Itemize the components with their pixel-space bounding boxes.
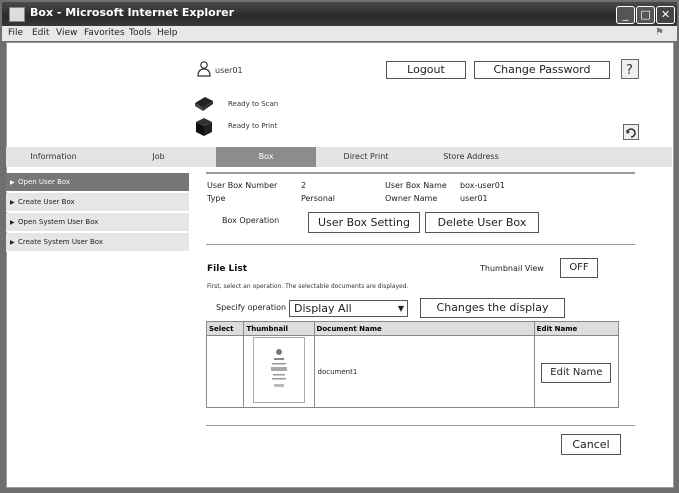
select-cell[interactable] (205, 335, 245, 408)
tab-direct-print[interactable]: Direct Print (316, 147, 416, 167)
user-box-setting-button[interactable]: User Box Setting (308, 212, 420, 233)
thumbnail-view-label: Thumbnail View (480, 264, 544, 273)
triangle-right-icon: ▶ (10, 219, 15, 226)
sidebar-item-open-user-box[interactable]: ▶ Open User Box (6, 173, 189, 192)
type-label: Type (207, 194, 226, 203)
sidebar-item-label: Create User Box (18, 198, 75, 206)
window-title: Box - Microsoft Internet Explorer (30, 6, 235, 19)
divider (206, 244, 635, 245)
sidebar-item-label: Open System User Box (18, 218, 99, 226)
table-row[interactable]: document1 Edit Name (205, 335, 620, 408)
operation-select[interactable]: Display All ▼ (289, 300, 408, 317)
specify-operation-label: Specify operation (216, 303, 287, 312)
owner-name-value: user01 (460, 194, 488, 203)
divider (206, 425, 635, 426)
printer-icon (193, 116, 215, 136)
menu-tools[interactable]: Tools (129, 28, 151, 38)
delete-user-box-button[interactable]: Delete User Box (425, 212, 539, 233)
changes-display-button[interactable]: Changes the display (420, 298, 565, 318)
minimize-button[interactable]: _ (616, 6, 635, 24)
username-label: user01 (215, 66, 243, 75)
column-document-name: Document Name (313, 321, 535, 336)
windows-flag-icon: ⚑ (655, 27, 664, 38)
sidebar-item-create-system-user-box[interactable]: ▶ Create System User Box (6, 233, 189, 252)
user-box-number-value: 2 (301, 181, 307, 190)
ready-to-scan-text: Ready to Scan (228, 100, 279, 108)
help-icon[interactable]: ? (621, 59, 639, 79)
instruction-text: First, select an operation. The selectab… (207, 283, 409, 290)
column-thumbnail: Thumbnail (243, 321, 315, 336)
ready-to-print-text: Ready to Print (228, 122, 278, 130)
edit-name-button[interactable]: Edit Name (541, 362, 612, 383)
menu-edit[interactable]: Edit (32, 28, 49, 38)
tab-store-address[interactable]: Store Address (416, 147, 526, 167)
tab-job[interactable]: Job (101, 147, 216, 167)
triangle-right-icon: ▶ (10, 239, 15, 246)
thumbnail-cell (243, 335, 315, 408)
menu-favorites[interactable]: Favorites (84, 28, 125, 38)
change-password-button[interactable]: Change Password (474, 61, 610, 79)
thumbnail-view-toggle[interactable]: OFF (560, 258, 598, 278)
tab-information[interactable]: Information (6, 147, 101, 167)
sidebar-item-create-user-box[interactable]: ▶ Create User Box (6, 193, 189, 212)
file-list-table: Select Thumbnail Document Name Edit Name… (205, 321, 620, 408)
dropdown-arrow-icon: ▼ (397, 304, 404, 313)
box-operation-label: Box Operation (222, 216, 280, 225)
operation-select-value: Display All (294, 302, 352, 315)
user-icon (197, 61, 211, 77)
ie-app-icon (9, 7, 25, 22)
sidebar-item-label: Create System User Box (18, 238, 104, 246)
type-value: Personal (301, 194, 336, 203)
svg-text:?: ? (626, 63, 633, 78)
logout-button[interactable]: Logout (386, 61, 466, 79)
edit-name-cell: Edit Name (533, 335, 620, 408)
menu-view[interactable]: View (56, 28, 77, 38)
sidebar-item-open-system-user-box[interactable]: ▶ Open System User Box (6, 213, 189, 232)
user-box-number-label: User Box Number (207, 181, 278, 190)
menu-file[interactable]: File (8, 28, 23, 38)
close-button[interactable]: ✕ (656, 6, 675, 24)
user-box-name-label: User Box Name (385, 181, 447, 190)
refresh-icon[interactable] (623, 124, 639, 140)
column-edit-name: Edit Name (533, 321, 620, 336)
owner-name-label: Owner Name (385, 194, 438, 203)
scanner-icon (193, 95, 215, 111)
triangle-right-icon: ▶ (10, 179, 15, 186)
triangle-right-icon: ▶ (10, 199, 15, 206)
divider (206, 172, 635, 174)
document-thumbnail (253, 337, 306, 403)
file-list-heading: File List (207, 264, 248, 274)
document-name-cell: document1 (313, 335, 535, 408)
tab-box[interactable]: Box (216, 147, 316, 167)
sidebar-item-label: Open User Box (18, 178, 71, 186)
column-select: Select (205, 321, 245, 336)
title-bar: Box - Microsoft Internet Explorer _ □ ✕ (2, 2, 677, 26)
user-box-name-value: box-user01 (460, 181, 505, 190)
cancel-button[interactable]: Cancel (561, 434, 621, 455)
menu-bar: File Edit View Favorites Tools Help ⚑ (2, 26, 677, 41)
menu-help[interactable]: Help (157, 28, 178, 38)
table-header-row: Select Thumbnail Document Name Edit Name (205, 321, 620, 336)
maximize-button[interactable]: □ (636, 6, 655, 24)
